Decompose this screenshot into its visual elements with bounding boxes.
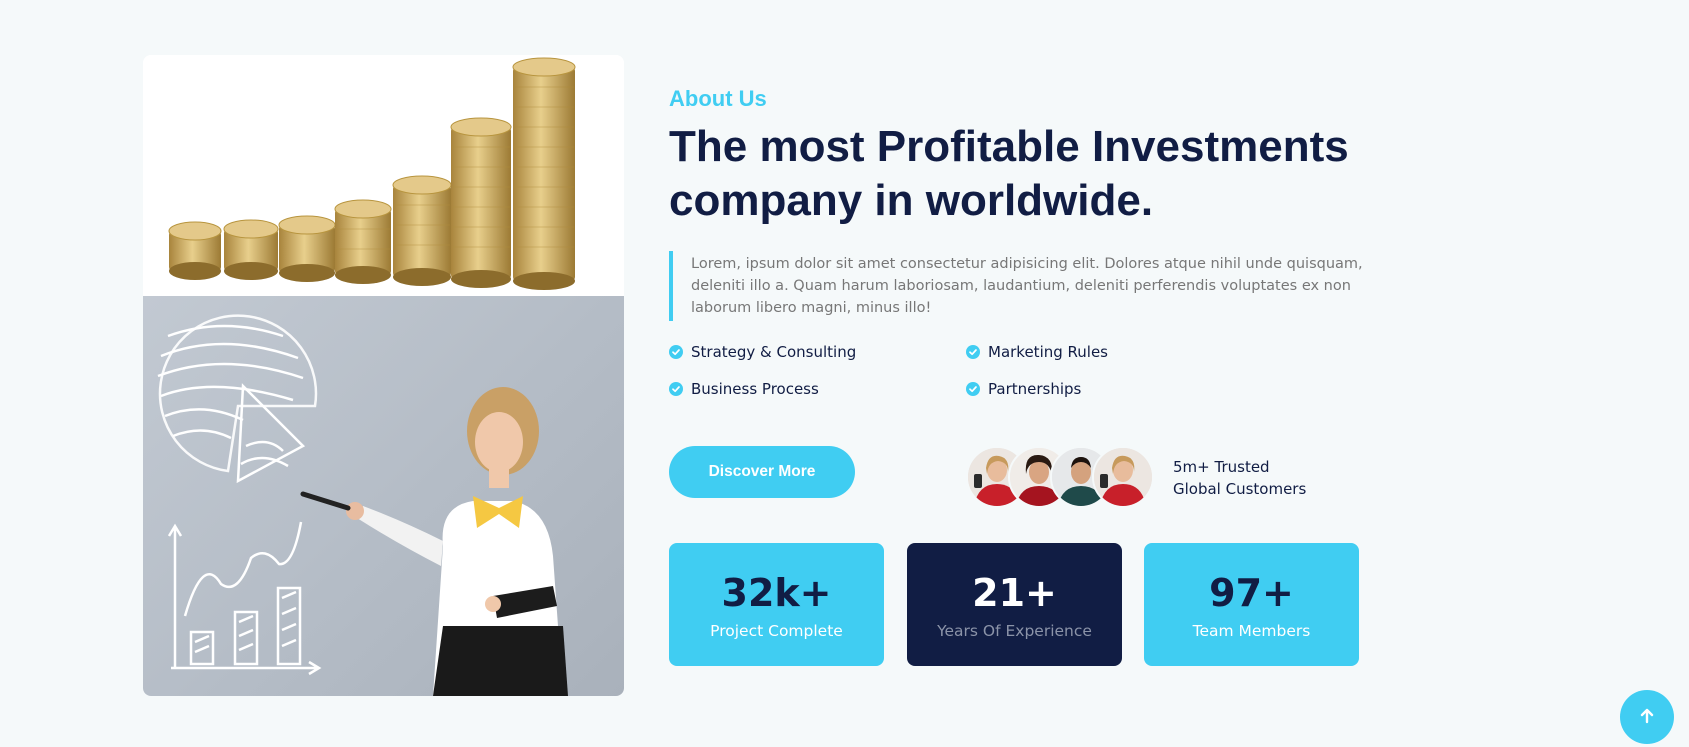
about-description: Lorem, ipsum dolor sit amet consectetur … — [669, 251, 1371, 321]
feature-strategy-consulting: Strategy & Consulting — [669, 343, 856, 361]
feature-marketing-rules: Marketing Rules — [966, 343, 1108, 361]
feature-label: Marketing Rules — [988, 343, 1108, 361]
discover-more-button[interactable]: Discover More — [669, 446, 855, 498]
about-content: About Us The most Profitable Investments… — [669, 0, 1389, 747]
stat-label: Team Members — [1192, 621, 1311, 640]
avatar — [1092, 446, 1154, 508]
feature-label: Business Process — [691, 380, 819, 398]
page-title: The most Profitable Investments company … — [669, 120, 1369, 228]
coin-stacks-illustration — [168, 57, 576, 290]
scroll-to-top-button[interactable] — [1620, 690, 1674, 744]
feature-label: Partnerships — [988, 380, 1082, 398]
feature-label: Strategy & Consulting — [691, 343, 857, 361]
stat-value: 32k+ — [721, 570, 832, 615]
customer-avatars — [966, 446, 1156, 508]
check-circle-icon — [966, 382, 980, 396]
section-eyebrow: About Us — [669, 86, 767, 111]
trusted-customers: 5m+ Trusted Global Customers — [1173, 456, 1373, 500]
headline-line-2: company in worldwide. — [669, 176, 1154, 225]
coin-stacks-image — [143, 55, 624, 296]
about-image — [143, 55, 624, 696]
arrow-up-icon — [1638, 707, 1656, 728]
check-circle-icon — [669, 345, 683, 359]
presenter-photo — [143, 296, 624, 696]
trusted-count: 5m+ Trusted — [1173, 458, 1270, 476]
stat-label: Project Complete — [710, 621, 843, 640]
feature-partnerships: Partnerships — [966, 380, 1081, 398]
stat-value: 21+ — [972, 570, 1057, 615]
headline-line-1: The most Profitable Investments — [669, 122, 1349, 171]
stat-card-team: 97+ Team Members — [1144, 543, 1359, 666]
feature-business-process: Business Process — [669, 380, 819, 398]
check-circle-icon — [669, 382, 683, 396]
stat-label: Years Of Experience — [937, 621, 1092, 640]
trusted-label: Global Customers — [1173, 480, 1307, 498]
presenter-illustration — [157, 314, 568, 696]
stat-card-experience: 21+ Years Of Experience — [907, 543, 1122, 666]
check-circle-icon — [966, 345, 980, 359]
stat-value: 97+ — [1209, 570, 1294, 615]
stat-card-projects: 32k+ Project Complete — [669, 543, 884, 666]
